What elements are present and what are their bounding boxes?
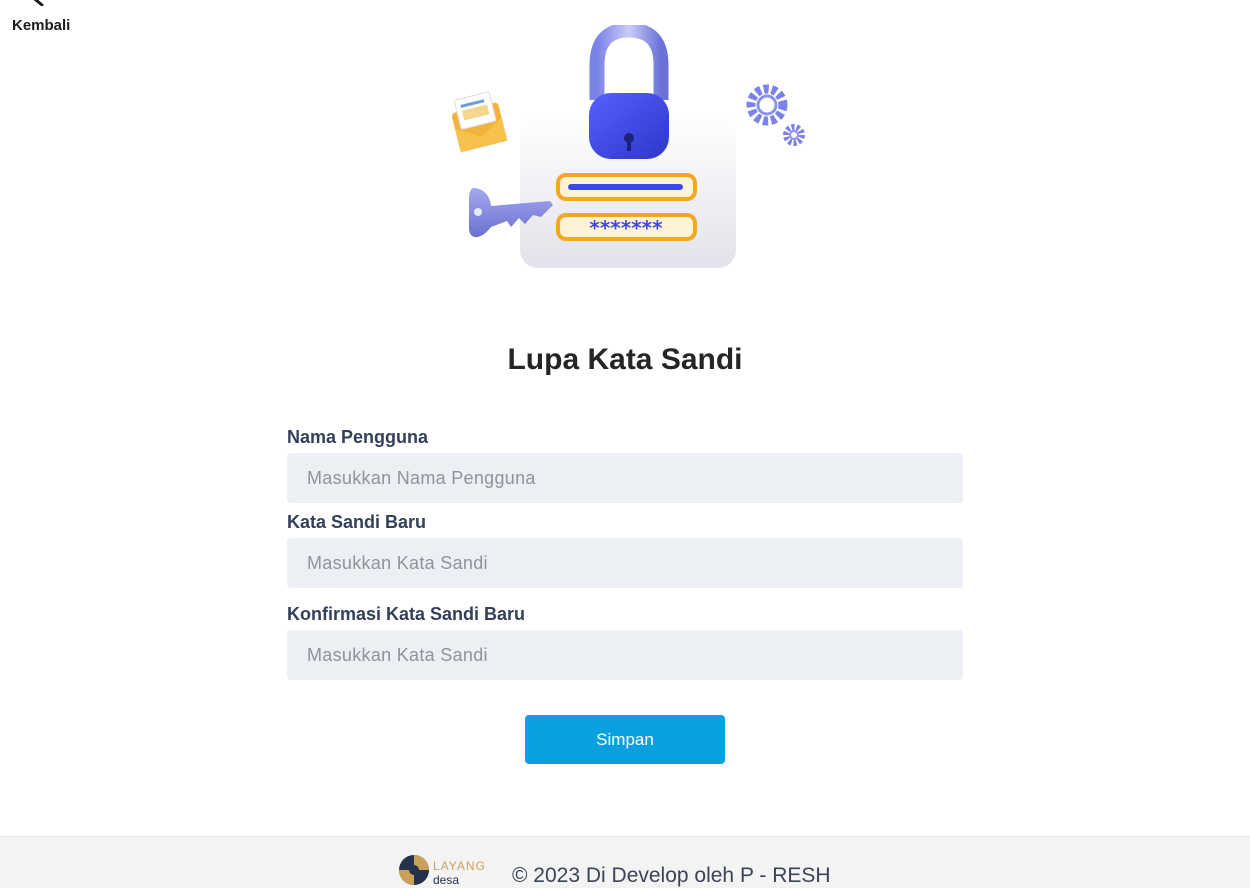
save-button[interactable]: Simpan: [525, 715, 725, 764]
small-gear-icon: [783, 124, 805, 146]
logo-text-bottom: desa: [433, 873, 459, 887]
copyright-text: © 2023 Di Develop oleh P - RESH: [512, 864, 831, 887]
back-arrow-icon: [33, 0, 44, 6]
new-password-input[interactable]: [287, 538, 963, 588]
back-button[interactable]: Kembali: [10, 0, 76, 38]
footer: LAYANG desa © 2023 Di Develop oleh P - R…: [0, 836, 1250, 888]
envelope-icon: [451, 91, 508, 153]
password-mask-text: *******: [589, 216, 663, 240]
password-reset-illustration: *******: [451, 25, 805, 268]
username-input[interactable]: [287, 453, 963, 503]
username-label: Nama Pengguna: [287, 427, 429, 447]
new-password-label: Kata Sandi Baru: [287, 512, 427, 532]
confirm-password-label: Konfirmasi Kata Sandi Baru: [287, 604, 526, 624]
page-title: Lupa Kata Sandi: [507, 343, 743, 376]
confirm-password-input[interactable]: [287, 630, 963, 680]
gear-icon: [746, 84, 788, 126]
logo-text-top: LAYANG: [433, 859, 486, 873]
back-label: Kembali: [12, 17, 71, 34]
layang-desa-logo: LAYANG desa: [399, 855, 486, 887]
padlock-icon: [589, 25, 669, 159]
